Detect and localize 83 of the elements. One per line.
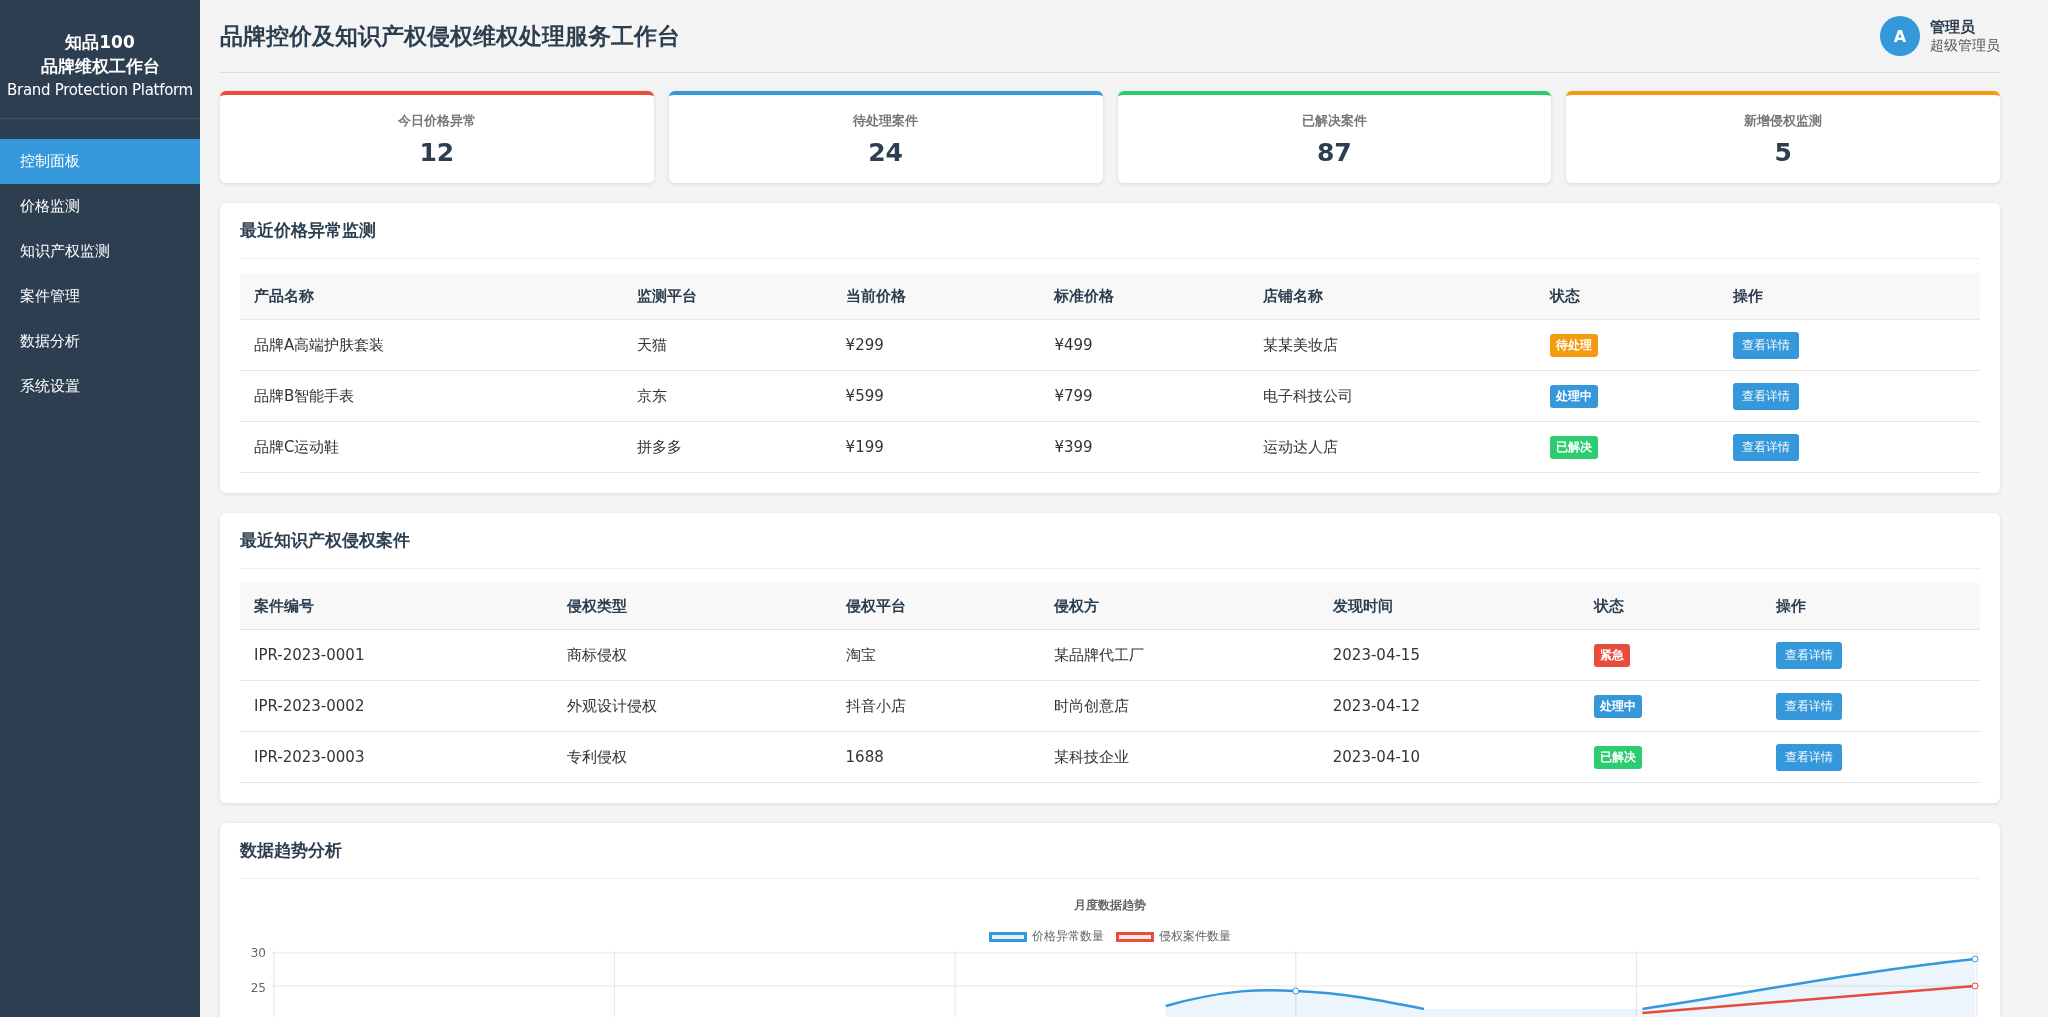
nav-item[interactable]: 控制面板 — [0, 139, 200, 184]
column-header: 状态 — [1536, 273, 1719, 320]
view-details-button[interactable]: 查看详情 — [1776, 641, 1843, 669]
card-title: 数据趋势分析 — [240, 823, 1980, 879]
stat-value: 5 — [1774, 137, 1792, 167]
nav-item[interactable]: 数据分析 — [0, 319, 200, 364]
status-badge: 紧急 — [1593, 643, 1630, 667]
table-cell: IPR-2023-0003 — [240, 731, 554, 783]
legend-label: 价格异常数量 — [1032, 928, 1104, 945]
column-header: 案件编号 — [240, 583, 554, 630]
table-cell: ¥599 — [831, 370, 1041, 422]
nav-item[interactable]: 案件管理 — [0, 274, 200, 319]
table-cell: ¥799 — [1040, 370, 1250, 422]
nav-item[interactable]: 价格监测 — [0, 184, 200, 229]
stat-label: 新增侵权监测 — [1744, 111, 1823, 130]
platform-subtitle: Brand Protection Platform — [7, 80, 193, 101]
table-cell: 品牌B智能手表 — [240, 370, 623, 422]
column-header: 店铺名称 — [1249, 273, 1537, 320]
column-header: 监测平台 — [622, 273, 832, 320]
table-cell: 1688 — [831, 731, 1041, 783]
status-badge: 处理中 — [1550, 384, 1599, 408]
view-details-button[interactable]: 查看详情 — [1732, 433, 1799, 461]
view-details-button[interactable]: 查看详情 — [1776, 743, 1843, 771]
column-header: 操作 — [1718, 273, 1980, 320]
table-cell: 专利侵权 — [553, 731, 832, 783]
view-details-button[interactable]: 查看详情 — [1732, 382, 1799, 410]
table-cell: 2023-04-12 — [1318, 680, 1580, 732]
table-cell: 外观设计侵权 — [553, 680, 832, 732]
table-cell: 拼多多 — [622, 421, 832, 473]
table-cell: ¥399 — [1040, 421, 1250, 473]
stat-label: 已解决案件 — [1301, 111, 1367, 130]
stat-value: 12 — [419, 137, 455, 167]
column-header: 产品名称 — [240, 273, 623, 320]
table-cell: 2023-04-10 — [1318, 731, 1580, 783]
legend-label: 侵权案件数量 — [1159, 928, 1231, 945]
table-cell: IPR-2023-0002 — [240, 680, 554, 732]
table-cell: 某品牌代工厂 — [1040, 629, 1319, 681]
table-cell: 淘宝 — [831, 629, 1041, 681]
column-header: 状态 — [1579, 583, 1763, 630]
table-cell: 天猫 — [622, 319, 832, 371]
card-title: 最近价格异常监测 — [240, 203, 1980, 259]
status-badge: 已解决 — [1593, 745, 1642, 769]
table-cell: 某科技企业 — [1040, 731, 1319, 783]
table-cell: 品牌C运动鞋 — [240, 421, 623, 473]
page-title: 品牌控价及知识产权侵权维权处理服务工作台 — [220, 21, 680, 51]
table-cell: 抖音小店 — [831, 680, 1041, 732]
user-name: 管理员 — [1930, 17, 1976, 37]
logo-text: 品牌维权工作台 — [40, 55, 160, 78]
table-cell: ¥499 — [1040, 319, 1250, 371]
status-badge: 待处理 — [1550, 333, 1599, 357]
table-cell: ¥199 — [831, 421, 1041, 473]
table-cell: ¥299 — [831, 319, 1041, 371]
table-cell: 时尚创意店 — [1040, 680, 1319, 732]
logo-text: 知品100 — [65, 31, 135, 54]
table-cell: IPR-2023-0001 — [240, 629, 554, 681]
stat-value: 87 — [1316, 137, 1352, 167]
stat-label: 待处理案件 — [853, 111, 919, 130]
stat-value: 24 — [868, 137, 903, 167]
column-header: 当前价格 — [831, 273, 1041, 320]
table-cell: 京东 — [622, 370, 832, 422]
chart-title: 月度数据趋势 — [1073, 897, 1147, 914]
nav-item[interactable]: 知识产权监测 — [0, 229, 200, 274]
nav-item[interactable]: 系统设置 — [0, 364, 200, 409]
column-header: 侵权平台 — [831, 583, 1041, 630]
status-badge: 处理中 — [1593, 694, 1642, 718]
table-cell: 电子科技公司 — [1249, 370, 1537, 422]
table-cell: 2023-04-15 — [1318, 629, 1580, 681]
status-badge: 已解决 — [1550, 435, 1599, 459]
column-header: 侵权方 — [1040, 583, 1319, 630]
card-title: 最近知识产权侵权案件 — [240, 513, 1980, 569]
stat-label: 今日价格异常 — [397, 111, 476, 130]
column-header: 标准价格 — [1040, 273, 1250, 320]
view-details-button[interactable]: 查看详情 — [1732, 331, 1799, 359]
table-cell: 运动达人店 — [1249, 421, 1537, 473]
column-header: 发现时间 — [1318, 583, 1580, 630]
view-details-button[interactable]: 查看详情 — [1776, 692, 1843, 720]
table-cell: 某某美妆店 — [1249, 319, 1537, 371]
column-header: 操作 — [1762, 583, 1980, 630]
table-cell: 品牌A高端护肤套装 — [240, 319, 623, 371]
user-avatar[interactable]: A — [1880, 16, 1920, 56]
user-role: 超级管理员 — [1930, 36, 2000, 55]
column-header: 侵权类型 — [553, 583, 832, 630]
table-cell: 商标侵权 — [553, 629, 832, 681]
